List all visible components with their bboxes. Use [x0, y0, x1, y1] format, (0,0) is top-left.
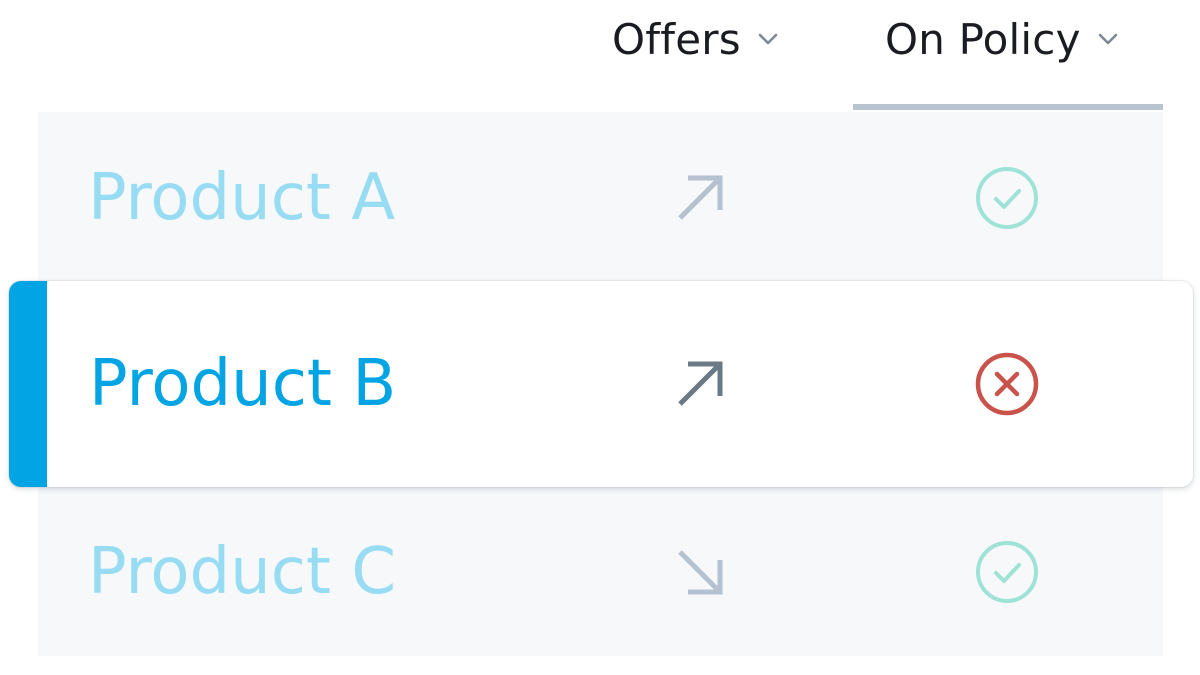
- product-name: Product B: [89, 347, 397, 421]
- check-circle-icon: [976, 167, 1038, 229]
- product-policy-table: Offers On Policy Product A Product C Pro…: [0, 0, 1200, 675]
- check-circle-icon: [976, 541, 1038, 603]
- product-name: Product C: [88, 535, 397, 609]
- x-circle-icon: [975, 352, 1039, 416]
- column-header-offers-label: Offers: [612, 14, 741, 64]
- table-row-selected[interactable]: Product B: [9, 281, 1193, 487]
- table-row[interactable]: Product A: [38, 113, 1163, 283]
- down-right-arrow-icon: [678, 550, 723, 595]
- up-right-arrow-icon: [678, 361, 723, 406]
- column-header-offers[interactable]: Offers: [612, 10, 781, 68]
- selected-indicator: [9, 281, 47, 487]
- sort-indicator: [853, 104, 1163, 110]
- column-header-on-policy[interactable]: On Policy: [885, 10, 1121, 68]
- column-header-on-policy-label: On Policy: [885, 14, 1081, 64]
- chevron-down-icon: [1098, 33, 1117, 45]
- product-name: Product A: [88, 161, 396, 235]
- up-right-arrow-icon: [678, 175, 723, 220]
- table-row[interactable]: Product C: [38, 487, 1163, 657]
- chevron-down-icon: [758, 33, 778, 45]
